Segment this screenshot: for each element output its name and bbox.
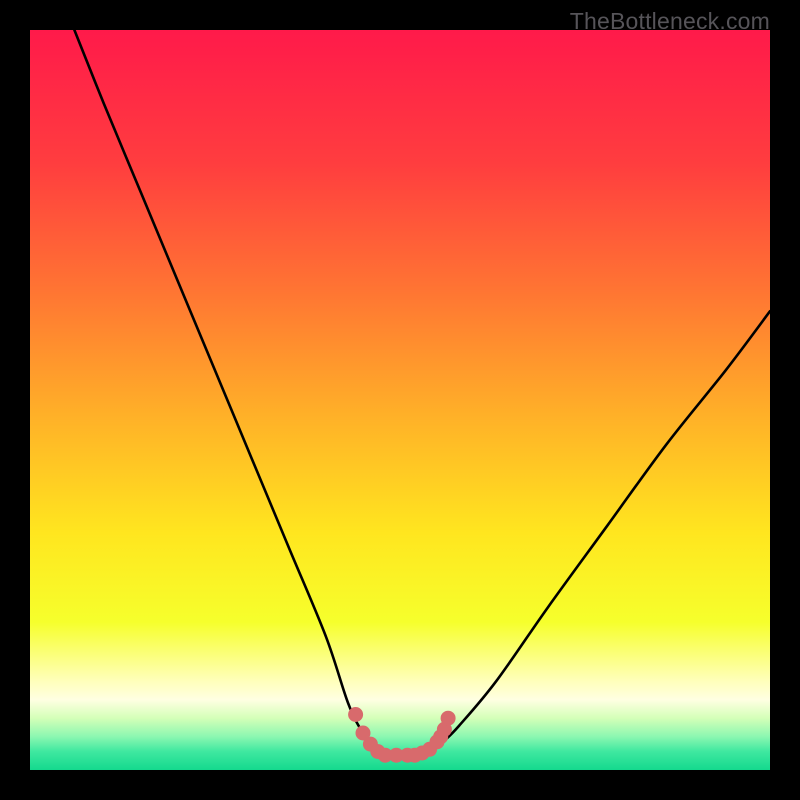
watermark-text: TheBottleneck.com bbox=[570, 8, 770, 35]
chart-canvas bbox=[30, 30, 770, 770]
plot-area bbox=[30, 30, 770, 770]
chart-frame: TheBottleneck.com bbox=[0, 0, 800, 800]
basin-marker bbox=[348, 707, 363, 722]
basin-marker bbox=[441, 711, 456, 726]
bottleneck-curve bbox=[74, 30, 770, 756]
basin-marker-group bbox=[348, 707, 456, 763]
